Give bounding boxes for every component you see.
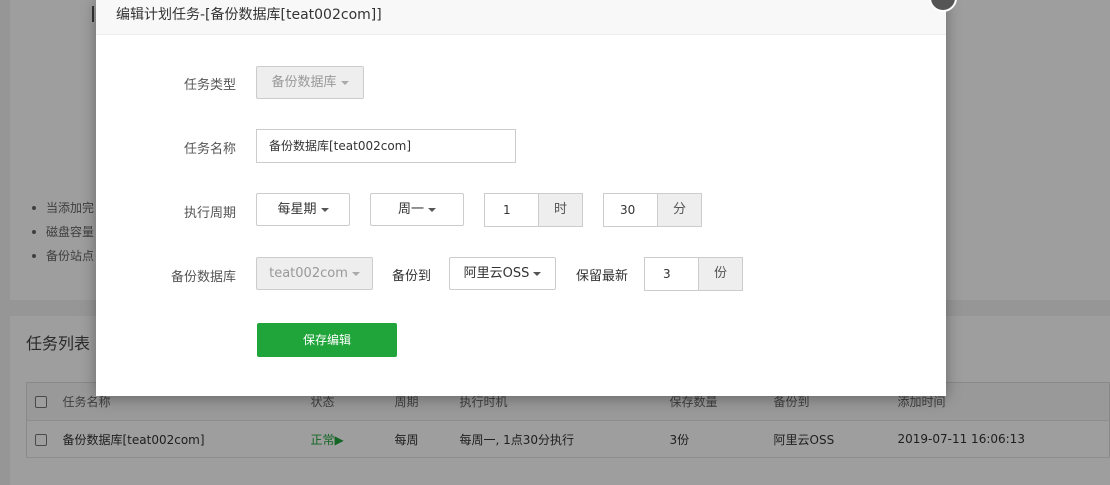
task-name-label: 任务名称 [183, 142, 236, 157]
database-select: teat002com [256, 257, 373, 290]
save-edit-button[interactable]: 保存编辑 [257, 323, 397, 357]
backup-to-label: 备份到 [392, 269, 432, 284]
task-name-input[interactable]: 备份数据库[teat002com] [256, 129, 516, 163]
modal-title: 编辑计划任务-[备份数据库[teat002com]] [96, 0, 946, 35]
weekday-value: 周一 [397, 202, 424, 217]
hour-input[interactable]: 1 [484, 193, 540, 227]
cycle-select[interactable]: 每星期 [256, 193, 350, 226]
keep-unit: 份 [698, 257, 743, 291]
hour-unit: 时 [538, 193, 583, 227]
caret-down-icon [533, 271, 542, 276]
keep-latest-label: 保留最新 [576, 269, 629, 284]
minute-input[interactable]: 30 [603, 193, 659, 227]
caret-down-icon [428, 207, 436, 212]
task-type-value: 备份数据库 [271, 75, 337, 90]
cycle-label: 执行周期 [183, 206, 236, 221]
backup-to-select[interactable]: 阿里云OSS [449, 257, 556, 290]
edit-task-modal: 编辑计划任务-[备份数据库[teat002com]] 任务类型 备份数据库 任务… [96, 0, 957, 396]
caret-down-icon [340, 80, 349, 85]
caret-down-icon [320, 207, 329, 212]
minute-unit: 分 [657, 193, 702, 227]
database-label: 备份数据库 [170, 270, 236, 285]
cycle-value: 每星期 [277, 202, 317, 217]
weekday-select[interactable]: 周一 [370, 193, 464, 226]
database-value: teat002com [269, 266, 348, 281]
keep-count-input[interactable]: 3 [644, 257, 700, 291]
backup-to-value: 阿里云OSS [463, 266, 530, 281]
caret-down-icon [351, 271, 360, 276]
task-type-select: 备份数据库 [256, 66, 364, 99]
task-type-label: 任务类型 [183, 78, 236, 93]
